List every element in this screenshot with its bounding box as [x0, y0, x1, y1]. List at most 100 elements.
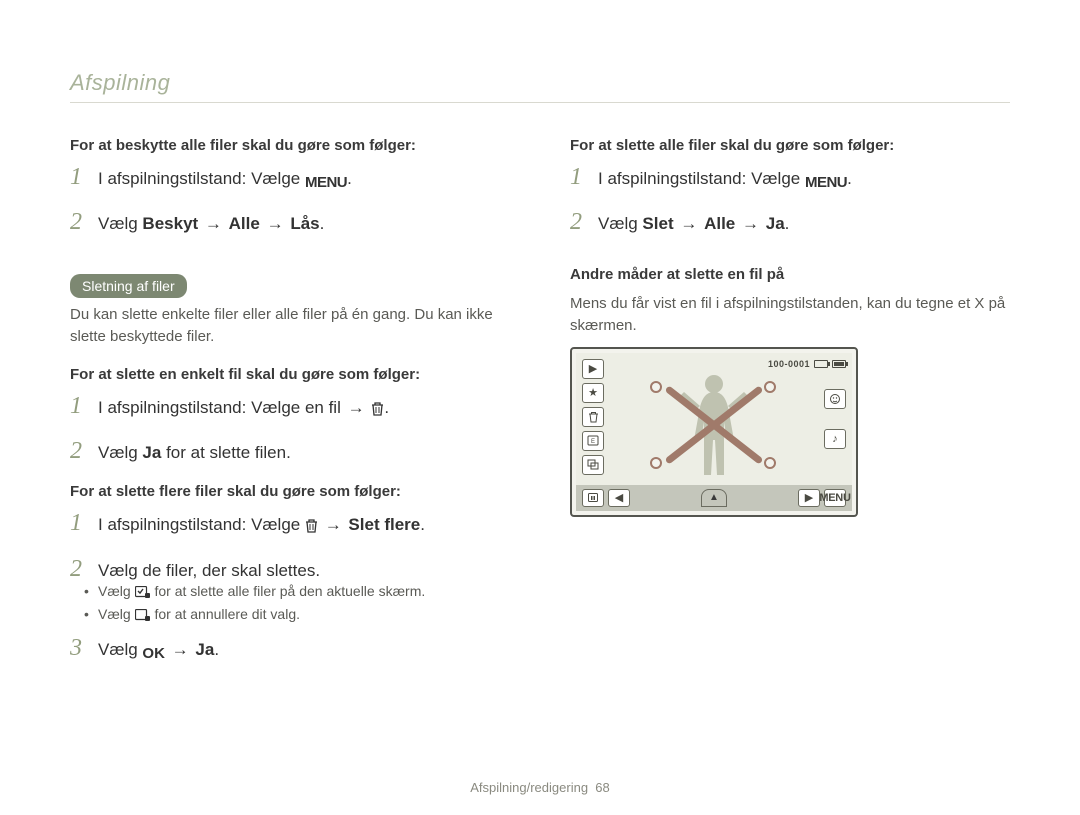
protect-all-intro: For at beskytte alle filer skal du gøre …	[70, 137, 510, 154]
bullet-item: Vælg for at slette alle filer på den akt…	[98, 583, 510, 602]
arrow-icon: →	[170, 640, 191, 659]
step-number: 1	[70, 393, 88, 420]
camera-prev-icon: ◀	[608, 489, 630, 507]
delete-multi-step-1: 1 I afspilningstilstand: Vælge → Slet fl…	[70, 510, 510, 540]
arrow-icon: →	[323, 515, 344, 534]
step-prefix: Vælg	[98, 443, 142, 462]
delete-multi-step-2: 2 Vælg de filer, der skal slettes.	[70, 556, 510, 583]
trash-icon	[305, 516, 318, 540]
delete-multi-step-3: 3 Vælg OK → Ja.	[70, 635, 510, 664]
delete-one-step-2: 2 Vælg Ja for at slette filen.	[70, 438, 510, 465]
camera-left-toolbar: ▶ ★ E	[582, 359, 604, 475]
camera-play-icon: ▶	[582, 359, 604, 379]
battery-icon-full	[832, 360, 846, 368]
bullet-prefix: Vælg	[98, 583, 135, 599]
camera-screen-illustration: 100-0001 ▶ ★ E	[570, 347, 858, 517]
arrow-icon: →	[346, 398, 367, 417]
delete-intro-text: Du kan slette enkelte filer eller alle f…	[70, 304, 510, 348]
bullet-tail: for at slette alle filer på den aktuelle…	[151, 583, 426, 599]
arrow-icon: →	[740, 214, 761, 233]
camera-edit-icon: E	[582, 431, 604, 451]
bullet-prefix: Vælg	[98, 606, 135, 622]
sub-bullets: Vælg for at slette alle filer på den akt…	[70, 583, 510, 625]
bullet-tail: for at annullere dit valg.	[151, 606, 300, 622]
section-rule	[70, 102, 1010, 103]
camera-next-icon: ▶	[798, 489, 820, 507]
step-tail: .	[384, 398, 389, 417]
menu-icon: MENU	[805, 172, 847, 193]
x-gesture-endpoint	[764, 381, 776, 393]
arrow-icon: →	[203, 214, 224, 233]
step-bold: Beskyt	[142, 214, 198, 233]
delete-one-intro: For at slette en enkelt fil skal du gøre…	[70, 366, 510, 383]
camera-star-icon: ★	[582, 383, 604, 403]
delete-all-intro: For at slette alle filer skal du gøre so…	[570, 137, 1010, 154]
step-text: Vælg de filer, der skal slettes.	[98, 559, 510, 583]
step-text-tail: .	[347, 169, 352, 188]
protect-step-1: 1 I afspilningstilstand: Vælge MENU.	[70, 164, 510, 193]
step-tail: .	[320, 214, 325, 233]
x-gesture-endpoint	[764, 457, 776, 469]
delete-all-step-1: 1 I afspilningstilstand: Vælge MENU.	[570, 164, 1010, 193]
camera-right-toolbar: ♪	[824, 389, 846, 449]
camera-face-icon	[824, 389, 846, 409]
step-bold: Ja	[142, 443, 161, 462]
battery-icon-empty	[814, 360, 828, 368]
step-number: 2	[70, 438, 88, 465]
step-number: 2	[70, 209, 88, 236]
protect-step-2: 2 Vælg Beskyt → Alle → Lås.	[70, 209, 510, 236]
camera-thumb-icon	[582, 455, 604, 475]
camera-status-bar: 100-0001	[768, 359, 846, 369]
step-number: 1	[570, 164, 588, 191]
select-all-icon	[135, 586, 151, 602]
svg-text:E: E	[591, 439, 595, 445]
other-delete-heading: Andre måder at slette en fil på	[570, 266, 1010, 283]
breadcrumb: Afspilning	[70, 70, 1010, 96]
arrow-icon: →	[265, 214, 286, 233]
x-gesture-endpoint	[650, 457, 662, 469]
step-prefix: Vælg	[598, 214, 642, 233]
x-gesture-endpoint	[650, 381, 662, 393]
step-bold: Ja	[195, 640, 214, 659]
step-bold: Lås	[290, 214, 319, 233]
arrow-icon: →	[678, 214, 699, 233]
bullet-item: Vælg for at annullere dit valg.	[98, 606, 510, 625]
step-bold: Slet flere	[348, 515, 420, 534]
page-footer: Afspilning/redigering 68	[0, 780, 1080, 795]
delete-one-step-1: 1 I afspilningstilstand: Vælge en fil → …	[70, 393, 510, 423]
step-bold: Slet	[642, 214, 673, 233]
left-column: For at beskytte alle filer skal du gøre …	[70, 129, 510, 680]
step-tail: .	[847, 169, 852, 188]
step-bold: Alle	[229, 214, 260, 233]
footer-section: Afspilning/redigering	[470, 780, 588, 795]
right-column: For at slette alle filer skal du gøre so…	[570, 129, 1010, 680]
step-tail: for at slette filen.	[161, 443, 290, 462]
step-text: I afspilningstilstand: Vælge	[98, 169, 305, 188]
delete-multi-intro: For at slette flere filer skal du gøre s…	[70, 483, 510, 500]
step-prefix: Vælg	[98, 214, 142, 233]
deselect-icon	[135, 609, 151, 625]
camera-trash-icon	[582, 407, 604, 427]
step-text: I afspilningstilstand: Vælge	[98, 515, 305, 534]
delete-heading-pill: Sletning af filer	[70, 274, 187, 298]
step-tail: .	[214, 640, 219, 659]
footer-page-number: 68	[595, 780, 609, 795]
camera-note-icon: ♪	[824, 429, 846, 449]
step-prefix: Vælg	[98, 640, 142, 659]
camera-info-icon	[582, 489, 604, 507]
step-tail: .	[785, 214, 790, 233]
step-number: 1	[70, 164, 88, 191]
menu-icon: MENU	[305, 172, 347, 193]
other-delete-body: Mens du får vist en fil i afspilningstil…	[570, 293, 1010, 337]
step-number: 3	[70, 635, 88, 662]
delete-all-step-2: 2 Vælg Slet → Alle → Ja.	[570, 209, 1010, 236]
step-bold: Alle	[704, 214, 735, 233]
step-text: I afspilningstilstand: Vælge	[598, 169, 805, 188]
camera-menu-icon: MENU	[824, 489, 846, 507]
camera-home-icon: ▲	[701, 489, 727, 507]
step-number: 1	[70, 510, 88, 537]
ok-icon: OK	[142, 643, 165, 664]
step-text: I afspilningstilstand: Vælge en fil	[98, 398, 346, 417]
trash-icon	[371, 399, 384, 423]
step-bold: Ja	[766, 214, 785, 233]
